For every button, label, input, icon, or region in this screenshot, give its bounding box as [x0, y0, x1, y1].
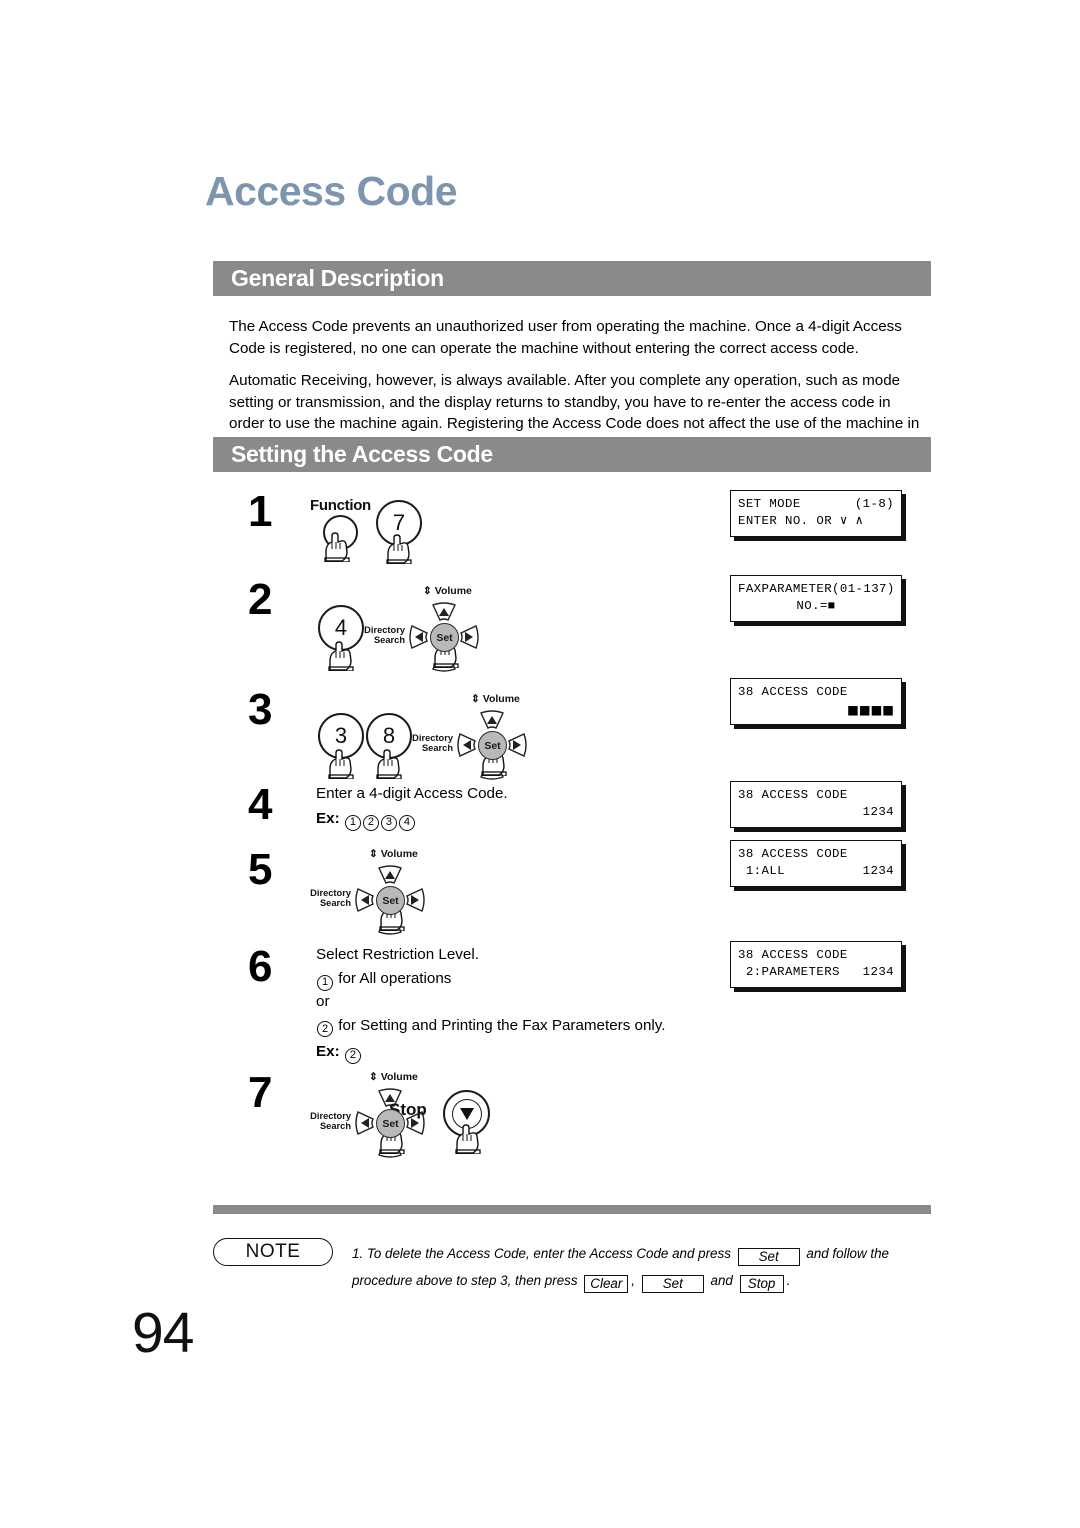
step-number-1: 1: [248, 487, 273, 536]
pressing-hand-icon: [324, 641, 358, 671]
volume-label: ⇕ Volume: [471, 693, 520, 705]
option-1-text: for All operations: [338, 970, 452, 987]
navigation-pad[interactable]: ⇕ Volume Directory Search Set: [364, 585, 481, 674]
step-4-ex-label: Ex:: [316, 810, 340, 827]
section-divider: [213, 1205, 931, 1214]
volume-updown-icon: ⇕: [423, 585, 432, 597]
set-button[interactable]: Set: [478, 731, 507, 760]
pressing-hand-icon: [324, 749, 358, 779]
lcd-display-1: SET MODE (1-8) ENTER NO. OR ∨ ∧: [730, 490, 902, 537]
note-body: 1. To delete the Access Code, enter the …: [352, 1240, 932, 1294]
note-text-b: and follow the: [806, 1246, 890, 1261]
step-4-instruction: Enter a 4-digit Access Code. Ex: 1234: [316, 783, 508, 831]
note-text-c: procedure above to step 3, then press: [352, 1273, 578, 1288]
lcd-display-4: 38 ACCESS CODE 1234: [730, 781, 902, 828]
step-number-2: 2: [248, 575, 273, 624]
lcd-line: 38 ACCESS CODE: [738, 685, 848, 699]
volume-updown-icon: ⇕: [471, 693, 480, 705]
note-comma: ,: [631, 1273, 636, 1288]
ex-circled-digit: 3: [380, 814, 397, 831]
directory-search-label: Directory Search: [310, 1111, 351, 1131]
step-number-7: 7: [248, 1068, 273, 1117]
navigation-pad[interactable]: ⇕ Volume Directory Search Set: [310, 1071, 427, 1160]
lcd-display-6: 38 ACCESS CODE 2:PARAMETERS 1234: [730, 941, 902, 988]
lcd-line: 1234: [862, 965, 894, 979]
step-4-text: Enter a 4-digit Access Code.: [316, 785, 508, 802]
set-button[interactable]: Set: [376, 1109, 405, 1138]
note-text-d: and: [710, 1273, 733, 1288]
step-6-ex-label: Ex:: [316, 1043, 340, 1060]
note-period: .: [786, 1273, 791, 1288]
option-2-text: for Setting and Printing the Fax Paramet…: [338, 1016, 666, 1034]
ex-circled-digit: 4: [398, 814, 415, 831]
option-2-circled-digit: 2: [317, 1021, 333, 1037]
navigation-pad[interactable]: ⇕ Volume Directory Search Set: [412, 693, 529, 782]
set-button[interactable]: Set: [430, 623, 459, 652]
section-header-general-description: General Description: [213, 261, 931, 296]
step-number-6: 6: [248, 942, 273, 991]
stop-button[interactable]: Stop: [389, 1090, 490, 1154]
note-badge: NOTE: [213, 1238, 333, 1266]
lcd-line: ENTER NO. OR ∨ ∧: [738, 514, 864, 528]
lcd-line: 38 ACCESS CODE: [738, 788, 848, 802]
lcd-line: FAXPARAMETER(01-137): [738, 582, 895, 596]
note-key-stop: Stop: [739, 1274, 784, 1293]
volume-updown-icon: ⇕: [369, 1071, 378, 1083]
directory-search-label: Directory Search: [412, 733, 453, 753]
note-text-a: To delete the Access Code, enter the Acc…: [366, 1246, 731, 1261]
option-1-circled-digit: 1: [317, 974, 333, 991]
set-button[interactable]: Set: [376, 886, 405, 915]
pressing-hand-icon: [320, 532, 354, 562]
lcd-display-5: 38 ACCESS CODE 1:ALL 1234: [730, 840, 902, 887]
page-number: 94: [132, 1301, 194, 1365]
step-number-5: 5: [248, 845, 273, 894]
pressing-hand-icon: [451, 1124, 485, 1154]
step-6-or: or: [316, 992, 330, 1010]
navigation-pad[interactable]: ⇕ Volume Directory Search Set: [310, 848, 427, 937]
lcd-line: 38 ACCESS CODE: [738, 847, 848, 861]
note-key-clear: Clear: [584, 1274, 629, 1293]
lcd-display-3: 38 ACCESS CODE ■■■■: [730, 678, 902, 725]
volume-label: ⇕ Volume: [423, 585, 472, 597]
pressing-hand-icon: [382, 534, 416, 564]
lcd-line: NO.=■: [796, 599, 836, 613]
function-button-label: Function: [310, 497, 371, 514]
paragraph-general-1: The Access Code prevents an unauthorized…: [229, 318, 902, 357]
section-header-setting-the-access-code: Setting the Access Code: [213, 437, 931, 472]
lcd-line: 1234: [862, 805, 894, 819]
step-number-3: 3: [248, 685, 273, 734]
page-title: Access Code: [205, 168, 458, 214]
pressing-hand-icon: [372, 749, 406, 779]
lcd-line: (1-8): [854, 497, 894, 511]
ex-circled-digit: 2: [362, 814, 379, 831]
note-item-number: 1.: [352, 1246, 364, 1261]
lcd-display-2: FAXPARAMETER(01-137) NO.=■: [730, 575, 902, 622]
note-key-set: Set: [737, 1247, 800, 1266]
directory-search-label: Directory Search: [364, 625, 405, 645]
note-key-set: Set: [641, 1274, 704, 1293]
lcd-line: SET MODE: [738, 497, 801, 511]
directory-search-label: Directory Search: [310, 888, 351, 908]
volume-label: ⇕ Volume: [369, 848, 418, 860]
volume-label: ⇕ Volume: [369, 1071, 418, 1083]
lcd-line: 1:ALL: [738, 864, 786, 878]
lcd-line: 2:PARAMETERS: [738, 965, 840, 979]
lcd-line: 1234: [862, 864, 894, 878]
ex-circled-digit: 1: [344, 814, 361, 831]
volume-updown-icon: ⇕: [369, 848, 378, 860]
lcd-cursor-blocks: ■■■■: [847, 702, 894, 717]
stop-triangle-icon: [459, 1107, 474, 1120]
step-number-4: 4: [248, 780, 273, 829]
ex-circled-digit: 2: [344, 1047, 361, 1064]
step-6-text: Select Restriction Level.: [316, 946, 479, 963]
lcd-line: 38 ACCESS CODE: [738, 948, 848, 962]
step-6-instruction: Select Restriction Level. 1 for All oper…: [316, 944, 736, 1064]
